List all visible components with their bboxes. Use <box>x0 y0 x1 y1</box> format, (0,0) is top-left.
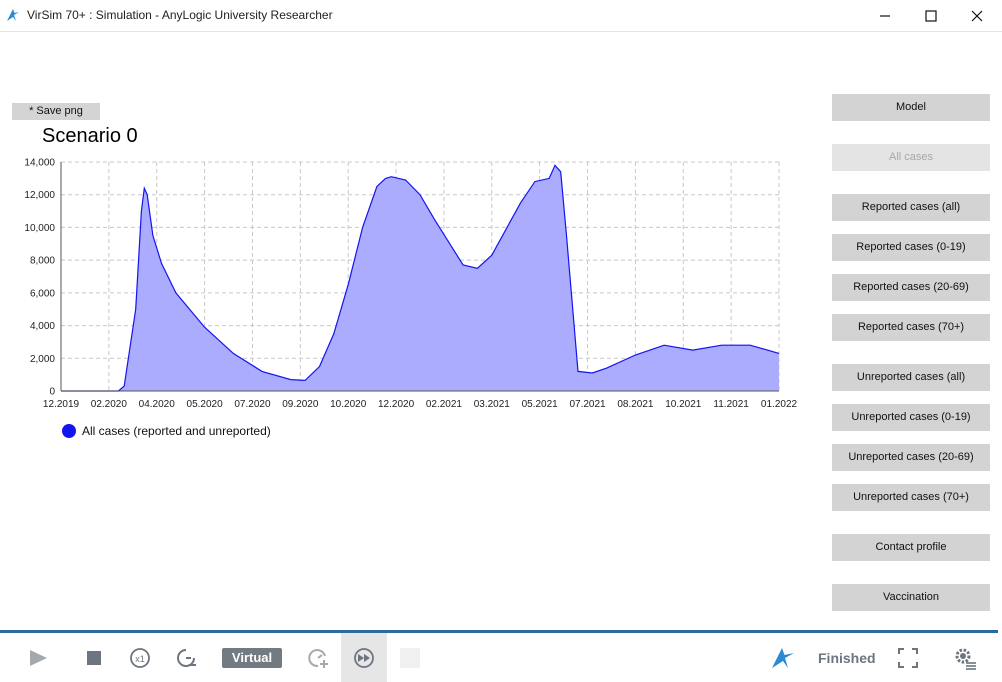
y-tick-label: 12,000 <box>24 190 55 201</box>
fullscreen-button[interactable] <box>895 645 921 671</box>
y-tick-label: 0 <box>49 387 55 398</box>
settings-button[interactable] <box>952 645 978 671</box>
blank-button <box>397 645 423 671</box>
unreported-cases-0-19-button[interactable]: Unreported cases (0-19) <box>832 404 990 431</box>
legend-marker <box>62 424 76 438</box>
legend-label: All cases (reported and unreported) <box>82 424 271 438</box>
speed-x1-button[interactable]: x1 <box>127 645 153 671</box>
fast-forward-button[interactable] <box>351 645 377 671</box>
unreported-cases-20-69-button[interactable]: Unreported cases (20-69) <box>832 444 990 471</box>
speed-up-button[interactable] <box>305 645 331 671</box>
x-tick-label: 10.2020 <box>330 399 367 410</box>
x-tick-label: 12.2020 <box>378 399 415 410</box>
x-tick-label: 02.2020 <box>91 399 128 410</box>
y-tick-label: 10,000 <box>24 223 55 234</box>
chart-legend: All cases (reported and unreported) <box>62 424 271 438</box>
x-tick-label: 12.2019 <box>43 399 80 410</box>
vaccination-button[interactable]: Vaccination <box>832 584 990 611</box>
y-tick-label: 8,000 <box>30 256 55 267</box>
slow-down-button[interactable] <box>173 645 199 671</box>
x-tick-label: 07.2020 <box>234 399 271 410</box>
all-cases-button: All cases <box>832 144 990 171</box>
window-title: VirSim 70+ : Simulation - AnyLogic Unive… <box>27 8 333 22</box>
y-tick-label: 6,000 <box>30 288 55 299</box>
blank-icon <box>400 648 420 668</box>
fullscreen-icon <box>898 648 918 668</box>
virtual-mode-badge[interactable]: Virtual <box>222 648 282 668</box>
unreported-cases-all-button[interactable]: Unreported cases (all) <box>832 364 990 391</box>
save-png-button[interactable]: * Save png <box>12 103 100 120</box>
x-tick-label: 05.2020 <box>187 399 224 410</box>
minimize-button[interactable] <box>862 0 908 31</box>
x-tick-label: 11.2021 <box>713 399 749 410</box>
x-tick-label: 02.2021 <box>426 399 463 410</box>
maximize-button[interactable] <box>908 0 954 31</box>
anylogic-logo-icon <box>772 648 794 668</box>
x-tick-label: 10.2021 <box>665 399 702 410</box>
maximize-icon <box>925 9 937 22</box>
reported-cases-70plus-button[interactable]: Reported cases (70+) <box>832 314 990 341</box>
title-bar: VirSim 70+ : Simulation - AnyLogic Unive… <box>0 0 1002 32</box>
scenario-title: Scenario 0 <box>42 125 138 147</box>
x-tick-label: 07.2021 <box>569 399 606 410</box>
stop-button[interactable] <box>81 645 107 671</box>
fast-forward-icon <box>354 648 374 668</box>
y-tick-label: 4,000 <box>30 321 55 332</box>
settings-icon <box>955 648 976 670</box>
model-button[interactable]: Model <box>832 94 990 121</box>
contact-profile-button[interactable]: Contact profile <box>832 534 990 561</box>
speed-up-icon <box>308 649 328 668</box>
close-icon <box>971 10 983 21</box>
x-tick-label: 01.2022 <box>761 399 798 410</box>
x-tick-label: 04.2020 <box>139 399 176 410</box>
y-tick-label: 2,000 <box>30 354 55 365</box>
unreported-cases-70plus-button[interactable]: Unreported cases (70+) <box>832 484 990 511</box>
play-icon <box>30 650 47 666</box>
svg-text:x1: x1 <box>135 654 145 664</box>
cases-area-chart: 0 2,000 4,000 6,000 8,000 10,000 12,000 14,000 1… <box>24 158 798 411</box>
reported-cases-0-19-button[interactable]: Reported cases (0-19) <box>832 234 990 261</box>
anylogic-app-icon <box>7 9 19 21</box>
minimize-icon <box>880 14 890 17</box>
anylogic-logo <box>770 645 796 671</box>
y-tick-label: 14,000 <box>24 158 55 169</box>
run-status: Finished <box>818 650 876 666</box>
stop-icon <box>87 651 101 665</box>
slow-down-icon <box>177 649 196 667</box>
reported-cases-all-button[interactable]: Reported cases (all) <box>832 194 990 221</box>
play-button[interactable] <box>25 645 51 671</box>
x-tick-label: 05.2021 <box>522 399 559 410</box>
x-tick-label: 03.2021 <box>474 399 511 410</box>
x-tick-label: 08.2021 <box>617 399 654 410</box>
reported-cases-20-69-button[interactable]: Reported cases (20-69) <box>832 274 990 301</box>
close-button[interactable] <box>954 0 1000 31</box>
speed-x1-icon: x1 <box>130 648 150 668</box>
x-tick-label: 09.2020 <box>282 399 319 410</box>
